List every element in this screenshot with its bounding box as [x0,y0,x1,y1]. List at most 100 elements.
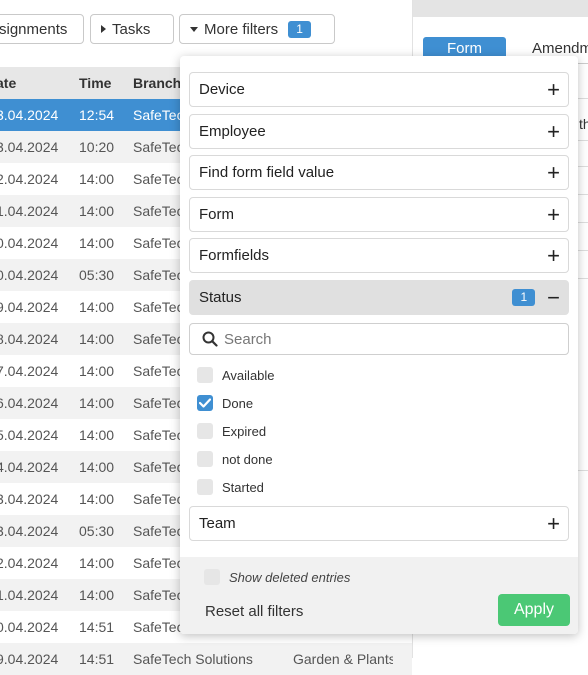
checkmark-icon [199,398,211,408]
caret-right-icon [101,25,106,33]
cell-time: 14:00 [79,203,115,219]
status-option[interactable]: Expired [197,421,266,441]
status-option[interactable]: Available [197,365,275,385]
column-header-time[interactable]: Time [79,75,133,91]
filter-form[interactable]: Form + [189,197,569,232]
filter-team[interactable]: Team + [189,506,569,541]
column-header-date[interactable]: ate [0,75,79,91]
minus-icon: − [547,284,560,310]
cell-date: 2.04.2024 [0,555,59,571]
more-filters-button[interactable]: More filters 1 [179,14,335,44]
cell-date: 0.04.2024 [0,267,59,283]
cell-extra: Garden & Plants [293,651,393,667]
assignments-label: signments [0,20,68,38]
filter-label: Team [199,515,236,532]
status-option-label: Started [222,479,264,495]
status-search-input[interactable] [224,330,544,348]
cell-date: 0.04.2024 [0,619,59,635]
cell-branch: SafeTech Solutions [133,651,253,667]
popup-footer: Show deleted entries Reset all filters A… [180,557,578,634]
cell-time: 14:00 [79,427,115,443]
cell-date: 0.04.2024 [0,235,59,251]
status-option-label: Available [222,367,275,383]
caret-down-icon [190,26,198,32]
status-search[interactable] [189,323,569,355]
cell-date: 9.04.2024 [0,651,59,667]
filter-count-badge: 1 [288,20,311,38]
filter-label: Device [199,81,245,98]
tasks-button[interactable]: Tasks [90,14,174,44]
filter-device[interactable]: Device + [189,72,569,107]
cell-time: 12:54 [79,107,115,123]
cell-date: 3.04.2024 [0,139,59,155]
table-row[interactable]: 9.04.2024 14:51 SafeTech Solutions Garden &… [0,643,412,675]
cell-time: 14:51 [79,651,115,667]
show-deleted-checkbox[interactable] [204,569,220,585]
popup-arrow [198,48,214,56]
filter-label: Find form field value [199,164,335,181]
cell-date: 3.04.2024 [0,523,59,539]
more-filters-popup: Device + Employee + Find form field valu… [180,56,578,634]
plus-icon: + [547,159,560,185]
status-option-checkbox[interactable] [197,451,213,467]
plus-icon: + [547,201,560,227]
cell-date: 5.04.2024 [0,427,59,443]
cell-date: 3.04.2024 [0,107,59,123]
cell-time: 14:00 [79,491,115,507]
filter-employee[interactable]: Employee + [189,114,569,149]
cell-time: 14:00 [79,555,115,571]
status-option-checkbox[interactable] [197,367,213,383]
status-option[interactable]: Done [197,393,253,413]
status-option-checkbox[interactable] [197,395,213,411]
status-option-label: Expired [222,423,267,439]
search-icon [202,331,218,347]
filter-status[interactable]: Status 1 − [189,280,569,315]
plus-icon: + [547,118,560,144]
detail-panel-header [413,0,588,17]
assignments-button[interactable]: signments [0,14,84,44]
filter-label: Formfields [199,247,270,264]
status-option-label: Done [222,395,254,411]
cell-time: 14:51 [79,619,115,635]
plus-icon: + [547,510,560,536]
cell-time: 14:00 [79,331,115,347]
cell-time: 14:00 [79,171,115,187]
cell-date: 7.04.2024 [0,363,59,379]
filter-find-form-field-value[interactable]: Find form field value + [189,155,569,190]
cell-time: 10:20 [79,139,115,155]
more-filters-label: More filters [204,20,279,38]
cell-time: 14:00 [79,299,115,315]
cell-time: 14:00 [79,459,115,475]
cell-date: 3.04.2024 [0,491,59,507]
status-option-label: not done [222,451,273,467]
status-option-checkbox[interactable] [197,423,213,439]
cell-time: 14:00 [79,235,115,251]
detail-cell: th [579,116,588,132]
tasks-label: Tasks [112,20,151,38]
show-deleted-label: Show deleted entries [229,569,351,585]
plus-icon: + [547,242,560,268]
status-count-badge: 1 [512,289,536,306]
cell-date: 8.04.2024 [0,331,59,347]
cell-date: 4.04.2024 [0,459,59,475]
cell-time: 14:00 [79,587,115,603]
cell-date: 2.04.2024 [0,171,59,187]
cell-date: 9.04.2024 [0,299,59,315]
cell-date: 1.04.2024 [0,587,59,603]
status-option[interactable]: not done [197,449,273,469]
reset-filters-link[interactable]: Reset all filters [205,603,303,620]
cell-time: 14:00 [79,363,115,379]
cell-time: 05:30 [79,523,115,539]
plus-icon: + [547,76,560,102]
tab-amendments[interactable]: Amendm [532,40,588,57]
cell-time: 14:00 [79,395,115,411]
filter-label: Employee [199,123,266,140]
show-deleted-toggle[interactable]: Show deleted entries [204,569,350,585]
apply-button[interactable]: Apply [498,594,570,626]
filter-formfields[interactable]: Formfields + [189,238,569,273]
cell-date: 6.04.2024 [0,395,59,411]
status-option[interactable]: Started [197,477,264,497]
cell-date: 1.04.2024 [0,203,59,219]
status-option-checkbox[interactable] [197,479,213,495]
filter-label: Status [199,289,242,306]
